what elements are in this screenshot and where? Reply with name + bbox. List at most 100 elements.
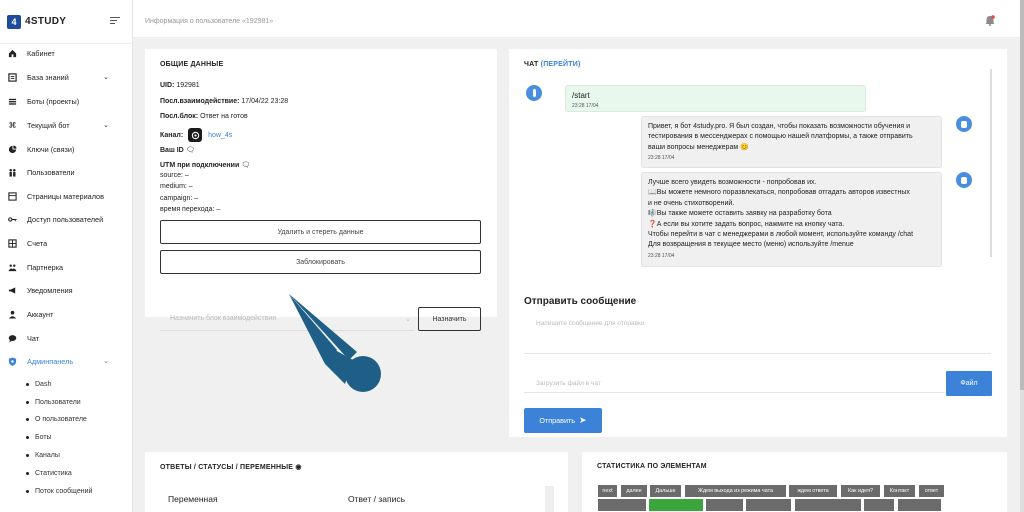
sidebar-subitem-bots[interactable]: Боты	[26, 430, 52, 444]
delete-data-button[interactable]: Удалить и стереть данные	[160, 220, 481, 244]
menu-toggle-icon[interactable]	[110, 17, 120, 25]
utm-source: source: –	[160, 172, 189, 179]
sidebar-item-keys[interactable]: Ключи (связи)	[0, 140, 132, 158]
page-scrollbar[interactable]	[1020, 0, 1024, 512]
uid-label: UID:	[160, 82, 175, 89]
column-answer: Ответ / запись	[348, 494, 406, 504]
comment-icon[interactable]: 🗨	[186, 147, 195, 154]
logo: 4	[7, 14, 21, 29]
message-text: 🎼Вы также можете оставить заявку на разр…	[648, 210, 832, 218]
send-message-title: Отправить сообщение	[524, 296, 637, 307]
stat-tag-partial[interactable]	[598, 499, 646, 511]
shield-icon	[8, 356, 17, 366]
stat-tag-partial[interactable]	[795, 499, 861, 511]
sidebar-subitem-stats[interactable]: Статистика	[26, 466, 72, 480]
sidebar-item-label: Кабинет	[27, 48, 55, 58]
sidebar-subitem-dash[interactable]: Dash	[26, 377, 51, 391]
bullet-icon	[26, 400, 29, 404]
utm-title: UTM при подключении	[160, 162, 240, 169]
brand[interactable]: 4 4STUDY	[0, 0, 132, 44]
comment-icon[interactable]: 🗨	[241, 162, 250, 169]
sidebar-item-current-bot[interactable]: ⌘ Текущий бот ⌄	[0, 116, 132, 134]
file-upload-input[interactable]: Загрузить файл в чат	[524, 371, 945, 393]
stat-tag[interactable]: ждем ответа	[789, 485, 837, 497]
stat-tag-partial[interactable]	[746, 499, 791, 511]
channel-label: Канал:	[160, 131, 184, 139]
sidebar-item-notifications[interactable]: Уведомления	[0, 281, 132, 299]
chat-card: ЧАТ (ПЕРЕЙТИ) /start 23:28 17/04 Привет,…	[509, 49, 1007, 437]
general-data-card: ОБЩИЕ ДАННЫЕ UID: 192981 Посл.взаимодейс…	[145, 49, 497, 331]
message-text: и не очень стихотворений.	[648, 199, 735, 207]
file-button[interactable]: Файл	[946, 371, 992, 396]
megaphone-icon	[8, 286, 17, 295]
table-scrollbar[interactable]	[545, 486, 554, 512]
sidebar-subitem-message-flow[interactable]: Поток сообщений	[26, 484, 92, 498]
stat-tag[interactable]: Контакт	[884, 485, 915, 497]
sidebar-item-label: Боты (проекты)	[27, 96, 80, 106]
sidebar-item-access[interactable]: Доступ пользователей	[0, 210, 132, 228]
message-text: 📖Вы можете немного поразвлекаться, попро…	[648, 189, 910, 197]
column-variable: Переменная	[168, 494, 218, 504]
stat-tag-partial[interactable]	[864, 499, 894, 511]
stat-tag[interactable]: ответ	[919, 485, 944, 497]
sidebar-subitem-channels[interactable]: Каналы	[26, 448, 60, 462]
message-time: 23:28 17/04	[648, 155, 675, 162]
message-time: 23:28 17/04	[648, 252, 675, 259]
sidebar-subitem-label: О пользователе	[35, 415, 87, 423]
stat-tag[interactable]: Дальше	[650, 485, 681, 497]
stat-tag[interactable]: Ждем выхода из режима чата	[685, 485, 786, 497]
chevron-down-icon: ⌄	[405, 315, 411, 323]
chat-message: Лучше всего увидеть возможности - попроб…	[641, 172, 942, 267]
send-button[interactable]: Отправить ➤	[524, 408, 602, 433]
sidebar-item-knowledge[interactable]: База знаний ⌄	[0, 68, 132, 86]
last-action-value: 17/04/22 23:28	[241, 98, 289, 105]
breadcrumb: Информация о пользователе «192981»	[145, 18, 274, 25]
stat-tag[interactable]: далее	[621, 485, 647, 497]
message-text: Для возвращения в текущее место (меню) и…	[648, 241, 854, 249]
sidebar-item-invoices[interactable]: Счета	[0, 234, 132, 252]
uid-value: 192981	[176, 82, 200, 89]
sidebar-item-cabinet[interactable]: Кабинет	[0, 44, 132, 62]
stat-tag[interactable]: Как идея?	[841, 485, 880, 497]
sidebar-item-account[interactable]: Аккаунт	[0, 305, 132, 323]
stat-tag-partial[interactable]	[898, 499, 941, 511]
scrollbar-thumb[interactable]	[1020, 0, 1024, 390]
channel-link[interactable]: how_4s	[208, 132, 232, 139]
utm-time: время перехода: –	[160, 206, 221, 213]
sidebar-item-label: Аккаунт	[27, 309, 54, 319]
top-bar: Информация о пользователе «192981»	[133, 0, 1022, 38]
sidebar-item-bots[interactable]: Боты (проекты)	[0, 92, 132, 110]
sidebar-item-pages[interactable]: Страницы материалов	[0, 187, 132, 205]
chat-message: Привет, я бот 4study.pro. Я был создан, …	[641, 116, 942, 168]
pages-icon	[8, 191, 17, 201]
message-input[interactable]: Напишите сообщение для отправки	[524, 312, 991, 354]
stat-tag-partial[interactable]	[706, 499, 743, 511]
block-user-button[interactable]: Заблокировать	[160, 250, 481, 274]
chat-scrollbar[interactable]	[990, 69, 992, 257]
sidebar-item-users[interactable]: Пользователи	[0, 163, 132, 181]
utm-title-line: UTM при подключении 🗨	[160, 161, 250, 169]
assign-button[interactable]: Назначить	[418, 307, 481, 331]
stats-card: СТАТИСТИКА ПО ЭЛЕМЕНТАМ next далее Дальш…	[582, 452, 1007, 512]
sidebar-item-label: Партнерка	[27, 262, 64, 272]
sidebar-item-label: Админпанель	[27, 356, 74, 366]
sidebar-item-partners[interactable]: Партнерка	[0, 258, 132, 276]
eye-icon[interactable]: ◉	[295, 464, 301, 471]
chat-open-link[interactable]: (ПЕРЕЙТИ)	[541, 61, 581, 68]
sidebar-item-label: Доступ пользователей	[27, 214, 104, 224]
sidebar-item-label: Страницы материалов	[27, 191, 104, 201]
message-text: ❓А если вы хотите задать вопрос, нажмите…	[648, 220, 845, 228]
chevron-down-icon: ⌄	[103, 74, 109, 81]
sidebar-item-chat[interactable]: Чат	[0, 329, 132, 347]
bot-avatar-icon	[956, 172, 972, 188]
stat-tag[interactable]: next	[598, 485, 617, 497]
sidebar-item-admin[interactable]: Админпанель ⌄	[0, 352, 132, 370]
bell-icon[interactable]	[985, 15, 995, 26]
chat-icon	[8, 334, 17, 343]
sidebar-subitem-about-user[interactable]: О пользователе	[26, 412, 87, 426]
chevron-down-icon: ⌄	[103, 122, 109, 129]
book-icon	[8, 72, 17, 82]
stat-tag-partial[interactable]	[649, 499, 703, 511]
sidebar-subitem-users[interactable]: Пользователи	[26, 395, 81, 409]
sidebar-item-label: Чат	[27, 333, 40, 343]
